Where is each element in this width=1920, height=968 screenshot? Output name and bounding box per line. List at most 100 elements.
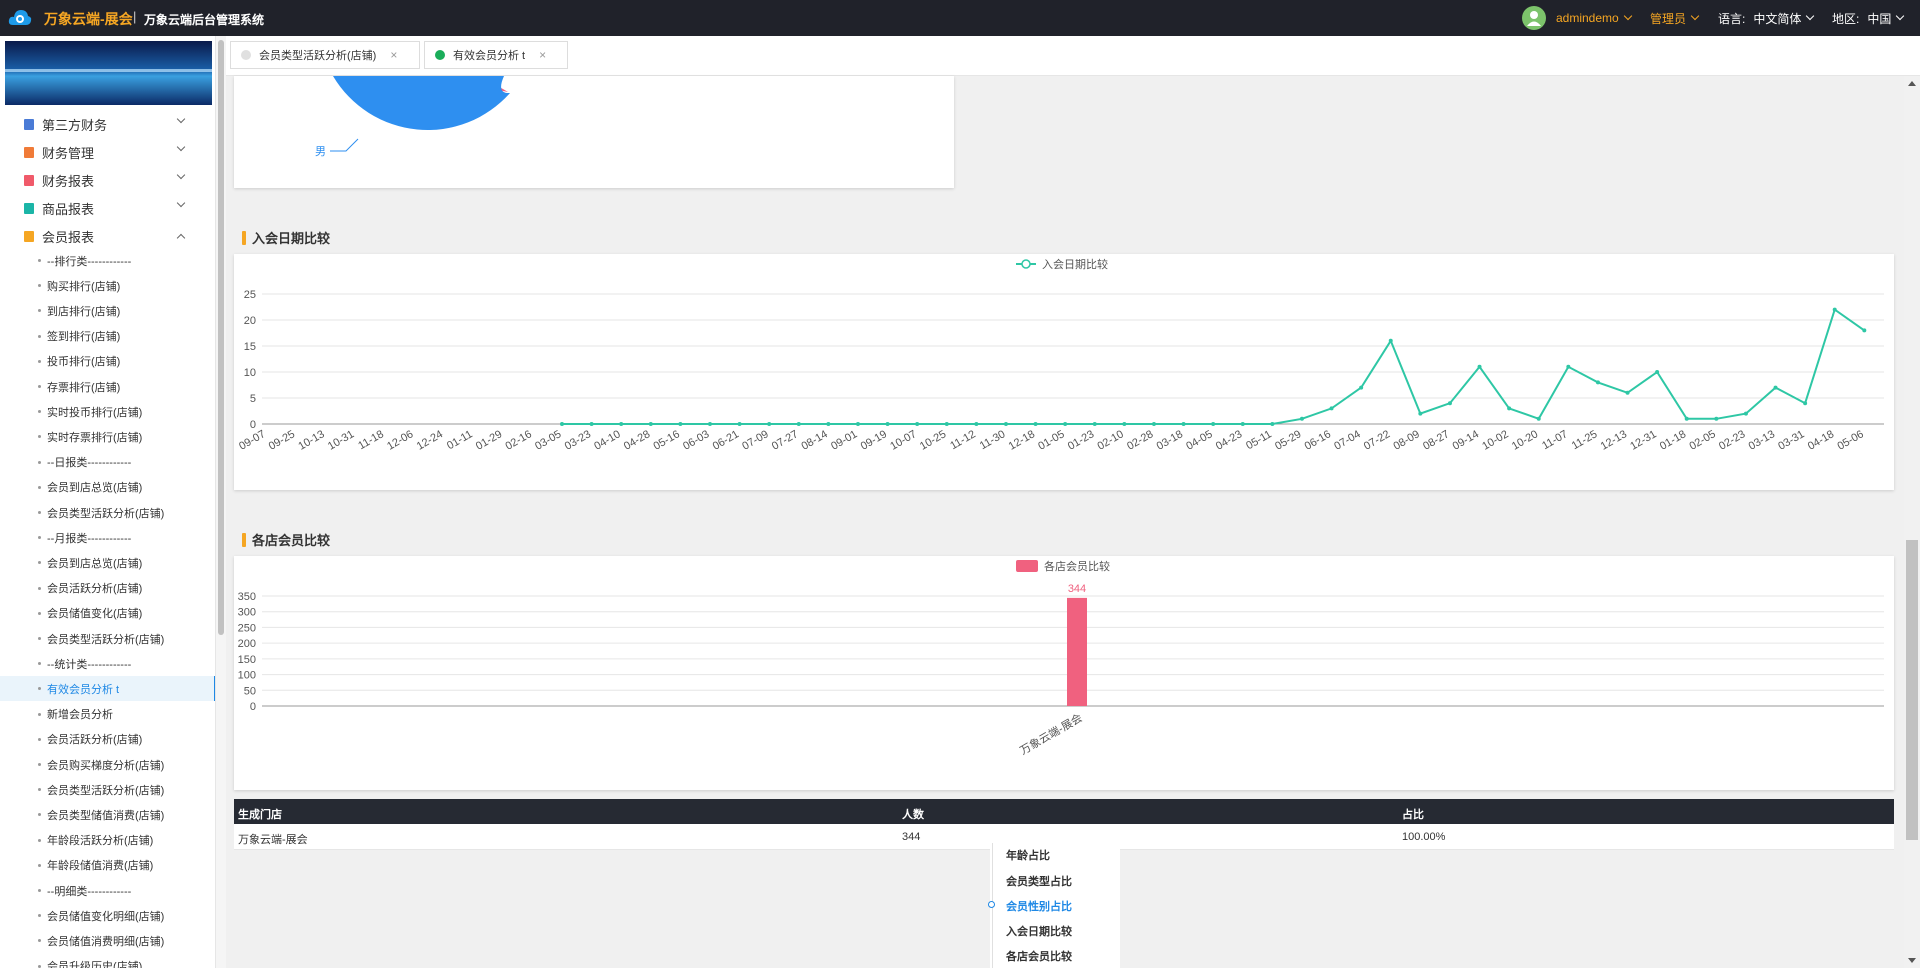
data-point[interactable]	[1329, 406, 1334, 411]
close-icon[interactable]: ×	[539, 48, 546, 62]
region-menu[interactable]: 地区: 中国	[1832, 0, 1905, 36]
data-point[interactable]	[559, 422, 564, 426]
data-point[interactable]	[1063, 422, 1068, 426]
sidebar-subitem[interactable]: --统计类------------	[38, 651, 210, 676]
data-point[interactable]	[1122, 422, 1127, 426]
anchor-item-join-date[interactable]: 入会日期比较	[1006, 923, 1072, 939]
anchor-item-store-compare[interactable]: 各店会员比较	[1006, 948, 1072, 964]
close-icon[interactable]: ×	[390, 48, 397, 62]
scroll-down-icon[interactable]	[1904, 952, 1920, 968]
legend-label[interactable]: 入会日期比较	[1042, 257, 1108, 271]
data-point[interactable]	[1359, 385, 1364, 390]
sidebar-subitem[interactable]: 会员到店总览(店铺)	[38, 550, 210, 575]
role-menu[interactable]: 管理员	[1650, 0, 1700, 36]
anchor-item-age-ratio[interactable]: 年龄占比	[1006, 847, 1050, 863]
data-point[interactable]	[1714, 416, 1719, 421]
data-point[interactable]	[1418, 411, 1423, 416]
data-point[interactable]	[1803, 401, 1808, 406]
sidebar-subitem[interactable]: 会员储值变化(店铺)	[38, 601, 210, 626]
language-menu[interactable]: 语言: 中文简体	[1718, 0, 1815, 36]
data-point[interactable]	[1270, 422, 1275, 426]
sidebar-subitem[interactable]: 会员类型活跃分析(店铺)	[38, 500, 210, 525]
avatar[interactable]	[1522, 6, 1546, 30]
sidebar-subitem[interactable]: 年龄段储值消费(店铺)	[38, 853, 210, 878]
scroll-up-icon[interactable]	[1904, 76, 1920, 92]
sidebar-subitem[interactable]: 投币排行(店铺)	[38, 349, 210, 374]
sidebar-menu-1[interactable]: 财务管理	[0, 138, 210, 166]
data-point[interactable]	[1240, 422, 1245, 426]
legend-label[interactable]: 各店会员比较	[1044, 559, 1110, 573]
sidebar-subitem[interactable]: 签到排行(店铺)	[38, 324, 210, 349]
data-point[interactable]	[974, 422, 979, 426]
sidebar-subitem[interactable]: 会员升级历史(店铺)	[38, 954, 210, 968]
data-point[interactable]	[1773, 385, 1778, 390]
data-point[interactable]	[737, 422, 742, 426]
sidebar-subitem[interactable]: 会员购买梯度分析(店铺)	[38, 752, 210, 777]
sidebar-subitem[interactable]: 实时存票排行(店铺)	[38, 424, 210, 449]
content-scrollbar-thumb[interactable]	[1906, 540, 1918, 840]
sidebar-scrollbar-thumb[interactable]	[218, 40, 224, 635]
sidebar-subitem[interactable]: 会员类型活跃分析(店铺)	[38, 626, 210, 651]
data-point[interactable]	[1536, 416, 1541, 421]
data-point[interactable]	[619, 422, 624, 426]
sidebar-subitem[interactable]: 到店排行(店铺)	[38, 298, 210, 323]
data-point[interactable]	[767, 422, 772, 426]
data-point[interactable]	[1447, 401, 1452, 406]
sidebar-subitem[interactable]: 年龄段活跃分析(店铺)	[38, 828, 210, 853]
data-point[interactable]	[707, 422, 712, 426]
tab-member-type-activity[interactable]: 会员类型活跃分析(店铺) ×	[230, 41, 420, 69]
data-point[interactable]	[1151, 422, 1156, 426]
data-point[interactable]	[1211, 422, 1216, 426]
data-point[interactable]	[1003, 422, 1008, 426]
sidebar-subitem[interactable]: --明细类------------	[38, 878, 210, 903]
data-point[interactable]	[1684, 416, 1689, 421]
sidebar-subitem[interactable]: 会员类型储值消费(店铺)	[38, 802, 210, 827]
sidebar-subitem[interactable]: --日报类------------	[38, 450, 210, 475]
data-point[interactable]	[1566, 364, 1571, 369]
data-point[interactable]	[885, 422, 890, 426]
data-point[interactable]	[648, 422, 653, 426]
data-point[interactable]	[855, 422, 860, 426]
data-point[interactable]	[1832, 307, 1837, 312]
sidebar-subitem[interactable]: 有效会员分析 t	[0, 676, 215, 702]
sidebar-subitem[interactable]: --排行类------------	[38, 248, 210, 273]
sidebar-subitem[interactable]: 会员到店总览(店铺)	[38, 475, 210, 500]
sidebar-menu-2[interactable]: 财务报表	[0, 166, 210, 194]
data-point[interactable]	[1388, 338, 1393, 343]
sidebar-subitem[interactable]: 存票排行(店铺)	[38, 374, 210, 399]
sidebar-menu-4[interactable]: 会员报表	[0, 222, 210, 250]
data-point[interactable]	[826, 422, 831, 426]
data-point[interactable]	[1625, 390, 1630, 395]
sidebar-subitem[interactable]: 会员储值消费明细(店铺)	[38, 928, 210, 953]
anchor-item-gender-ratio[interactable]: 会员性别占比	[1006, 898, 1072, 914]
data-point[interactable]	[589, 422, 594, 426]
user-menu[interactable]: admindemo	[1522, 0, 1632, 36]
sidebar-subitem[interactable]: 会员储值变化明细(店铺)	[38, 903, 210, 928]
brand-title[interactable]: 万象云端-展会	[44, 9, 133, 29]
data-point[interactable]	[1655, 370, 1660, 374]
anchor-item-member-type-ratio[interactable]: 会员类型占比	[1006, 873, 1072, 889]
data-point[interactable]	[1092, 422, 1097, 426]
data-point[interactable]	[1743, 411, 1748, 416]
data-point[interactable]	[1477, 364, 1482, 369]
data-point[interactable]	[796, 422, 801, 426]
legend-swatch-icon[interactable]	[1016, 560, 1038, 572]
data-point[interactable]	[1033, 422, 1038, 426]
sidebar-subitem[interactable]: 会员类型活跃分析(店铺)	[38, 777, 210, 802]
sidebar-subitem[interactable]: 会员活跃分析(店铺)	[38, 576, 210, 601]
data-point[interactable]	[1181, 422, 1186, 426]
data-point[interactable]	[1595, 380, 1600, 385]
data-point[interactable]	[944, 422, 949, 426]
tab-effective-member-analysis[interactable]: 有效会员分析 t ×	[424, 41, 568, 69]
data-point[interactable]	[1507, 406, 1512, 411]
sidebar-subitem[interactable]: 新增会员分析	[38, 702, 210, 727]
sidebar-subitem[interactable]: --月报类------------	[38, 525, 210, 550]
data-point[interactable]	[678, 422, 683, 426]
data-point[interactable]	[915, 422, 920, 426]
sidebar-subitem[interactable]: 实时投币排行(店铺)	[38, 399, 210, 424]
sidebar-subitem[interactable]: 会员活跃分析(店铺)	[38, 727, 210, 752]
data-point[interactable]	[1862, 328, 1867, 333]
data-point[interactable]	[1299, 416, 1304, 421]
sidebar-menu-0[interactable]: 第三方财务	[0, 110, 210, 138]
sidebar-subitem[interactable]: 购买排行(店铺)	[38, 273, 210, 298]
